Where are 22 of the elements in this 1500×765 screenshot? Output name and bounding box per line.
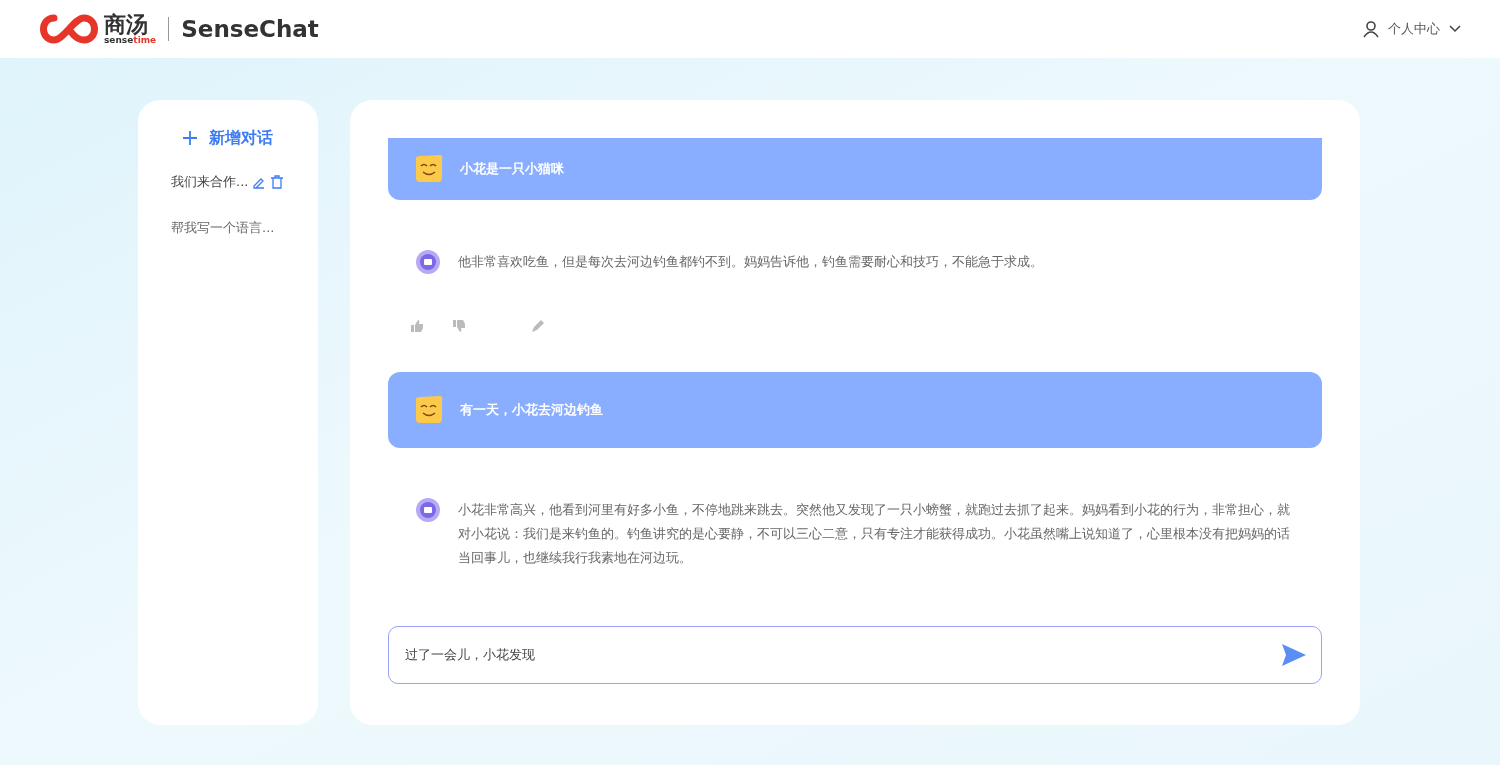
message-text: 他非常喜欢吃鱼，但是每次去河边钓鱼都钓不到。妈妈告诉他，钓鱼需要耐心和技巧，不能急于求成。 — [458, 253, 1043, 271]
message-text: 小花非常高兴，他看到河里有好多小鱼，不停地跳来跳去。突然他又发现了一只小螃蟹，就跑过去抓了起来。妈妈看到小花的行为，非常担心，就对小花说：我们是来钓鱼的。钓鱼讲究的是心要静，不可以三心二意，只有专注才能获得成功。小花虽然嘴上说知道了，心里根本没有把妈妈的话当回事儿，也继续我行我素地在河边玩。 — [458, 501, 1291, 567]
new-chat-button[interactable]: 新增对话 — [183, 126, 273, 150]
send-icon[interactable] — [1282, 644, 1306, 666]
message-input[interactable]: 过了一会儿，小花发现 — [388, 626, 1322, 684]
conversation-item[interactable]: 帮我写一个语言... — [171, 217, 318, 237]
bot-avatar-icon — [416, 250, 440, 274]
user-icon — [1362, 20, 1380, 38]
thumbs-down-icon[interactable] — [452, 319, 466, 333]
pencil-icon[interactable] — [530, 318, 546, 334]
user-menu[interactable]: 个人中心 — [1362, 19, 1462, 39]
thumbs-up-icon[interactable] — [410, 319, 424, 333]
product-title: SenseChat — [181, 14, 319, 44]
bot-avatar-icon — [416, 498, 440, 522]
message-text: 小花是一只小猫咪 — [460, 160, 564, 179]
logo-subtitle: sensetime — [104, 35, 157, 45]
delete-icon[interactable] — [270, 174, 285, 189]
logo-text: 商汤 — [104, 13, 148, 36]
message-text: 有一天，小花去河边钓鱼 — [460, 401, 603, 420]
logo-icon — [38, 12, 100, 46]
plus-icon — [183, 131, 197, 145]
conversation-item[interactable]: 我们来合作... — [171, 172, 318, 192]
